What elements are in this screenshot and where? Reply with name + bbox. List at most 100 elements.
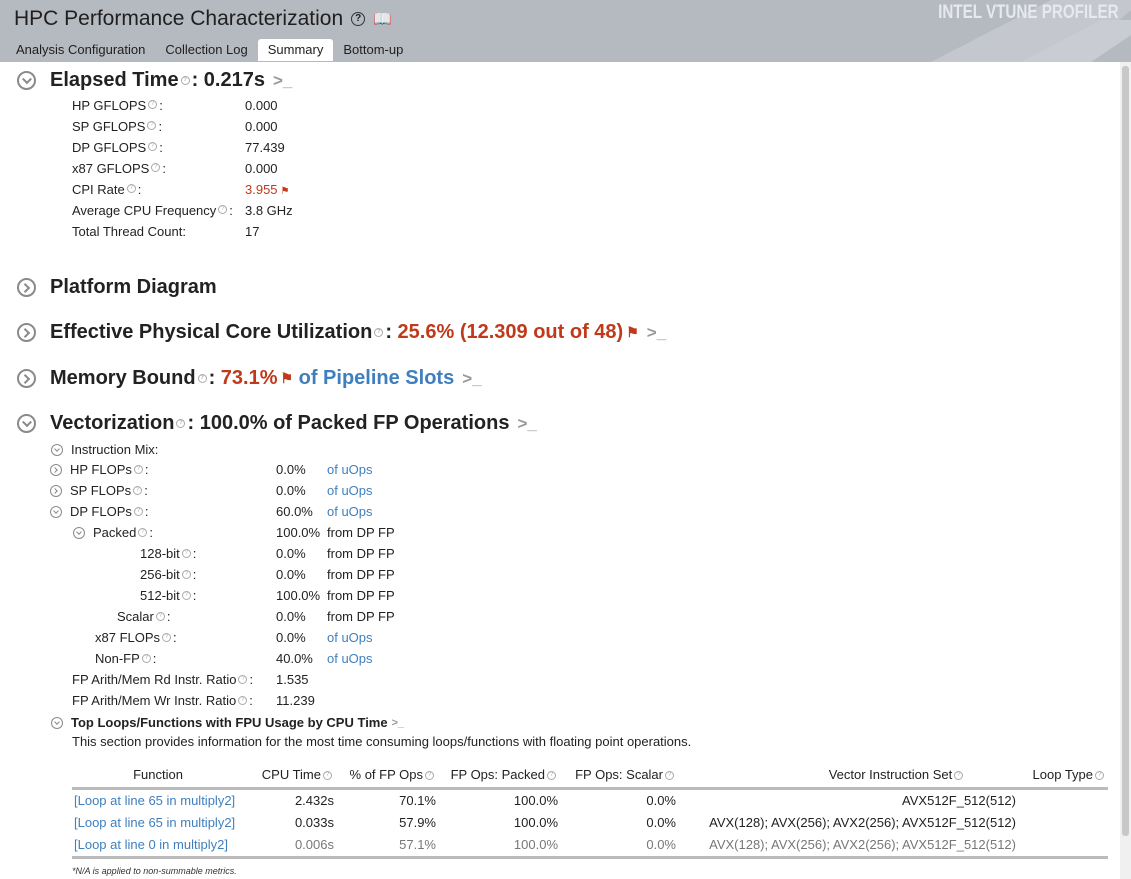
mix-unit[interactable]: of uOps xyxy=(327,630,373,645)
column-header[interactable]: CPU Time? xyxy=(244,764,336,790)
expand-icon[interactable] xyxy=(50,463,62,476)
scrollbar[interactable] xyxy=(1120,62,1131,879)
collapse-icon[interactable] xyxy=(73,526,85,539)
help-icon[interactable]: ? xyxy=(181,549,191,558)
help-icon[interactable]: ? xyxy=(238,696,248,705)
help-icon[interactable]: ? xyxy=(148,99,158,109)
mix-value: 0.0% xyxy=(276,609,306,624)
metric-value: 0.000 xyxy=(245,119,278,134)
metric-label: DP GFLOPS?: xyxy=(72,140,163,155)
top-loops-description: This section provides information for th… xyxy=(72,734,692,749)
map-icon[interactable]: 📖 xyxy=(373,10,392,28)
tab-summary[interactable]: Summary xyxy=(257,39,334,61)
collapse-icon[interactable] xyxy=(50,505,62,518)
mix-unit[interactable]: of uOps xyxy=(327,483,373,498)
column-header[interactable]: % of FP Ops? xyxy=(336,764,438,790)
expand-icon[interactable] xyxy=(17,369,36,388)
expand-icon[interactable] xyxy=(50,484,62,497)
mix-value: 100.0% xyxy=(276,525,321,540)
function-link[interactable]: [Loop at line 65 in multiply2] xyxy=(74,815,235,830)
memory-bound-label: Memory Bound xyxy=(50,367,196,389)
core-utilization-section: Effective Physical Core Utilization?: 25… xyxy=(17,321,666,344)
help-icon[interactable]: ? xyxy=(374,328,384,337)
function-link[interactable]: [Loop at line 65 in multiply2] xyxy=(74,793,235,808)
help-icon[interactable]: ? xyxy=(148,141,158,151)
prompt-icon[interactable]: >_ xyxy=(462,369,481,389)
help-icon[interactable]: ? xyxy=(138,528,148,537)
prompt-icon[interactable]: >_ xyxy=(647,323,666,343)
mix-unit[interactable]: of uOps xyxy=(327,504,373,519)
metric-label: x87 GFLOPS?: xyxy=(72,161,166,176)
metric-label: Average CPU Frequency?: xyxy=(72,203,233,218)
help-icon[interactable]: ? xyxy=(155,612,165,621)
function-link[interactable]: [Loop at line 0 in multiply2] xyxy=(74,837,228,852)
help-icon[interactable]: ? xyxy=(181,570,191,579)
help-icon[interactable]: ? xyxy=(180,76,190,85)
help-icon[interactable]: ? xyxy=(147,120,157,130)
column-header[interactable]: FP Ops: Scalar? xyxy=(560,764,678,790)
column-header[interactable]: Loop Type? xyxy=(1018,764,1108,790)
table-row[interactable]: [Loop at line 65 in multiply2] 2.432s 70.… xyxy=(72,789,1108,813)
prompt-icon[interactable]: >_ xyxy=(273,71,292,91)
help-icon[interactable]: ? xyxy=(238,675,248,684)
memory-bound-value: 73.1% xyxy=(220,367,278,389)
help-icon[interactable]: ? xyxy=(218,204,228,214)
help-icon[interactable]: ? xyxy=(176,419,186,428)
metric-label: CPI Rate?: xyxy=(72,182,142,197)
table-row[interactable]: [Loop at line 65 in multiply2] 0.033s 57.… xyxy=(72,812,1108,834)
prompt-icon[interactable]: >_ xyxy=(392,717,405,729)
expand-icon[interactable] xyxy=(17,323,36,342)
help-icon[interactable]: ? xyxy=(162,633,172,642)
mix-label: SP FLOPs?: xyxy=(50,483,148,498)
mix-unit[interactable]: of uOps xyxy=(327,651,373,666)
collapse-icon[interactable] xyxy=(51,716,63,729)
table-cell: 100.0% xyxy=(513,815,558,830)
footnote: *N/A is applied to non-summable metrics. xyxy=(72,866,237,876)
mix-value: 100.0% xyxy=(276,588,321,603)
mix-unit: from DP FP xyxy=(327,567,395,582)
column-header[interactable]: Vector Instruction Set? xyxy=(678,764,1018,790)
prompt-icon[interactable]: >_ xyxy=(517,414,536,434)
mix-label: 128-bit?: xyxy=(140,546,197,561)
help-icon[interactable]: ? xyxy=(133,486,143,495)
mix-label: 512-bit?: xyxy=(140,588,197,603)
collapse-icon[interactable] xyxy=(17,71,36,90)
help-icon[interactable]: ? xyxy=(133,507,143,516)
help-icon[interactable]: ? xyxy=(126,183,136,193)
header: HPC Performance Characterization ? 📖 INT… xyxy=(0,0,1131,62)
platform-diagram-section[interactable]: Platform Diagram xyxy=(17,276,217,299)
help-icon[interactable]: ? xyxy=(351,12,366,26)
help-icon[interactable]: ? xyxy=(133,465,143,474)
tab-analysis-configuration[interactable]: Analysis Configuration xyxy=(6,39,155,61)
help-icon[interactable]: ? xyxy=(181,591,191,600)
elapsed-time-value: : 0.217s xyxy=(191,69,265,91)
tab-collection-log[interactable]: Collection Log xyxy=(155,39,257,61)
column-header[interactable]: FP Ops: Packed? xyxy=(438,764,560,790)
mix-unit[interactable]: of uOps xyxy=(327,462,373,477)
table-cell: 57.1% xyxy=(336,834,438,859)
metric-value: 17 xyxy=(245,224,260,239)
tab-bottom-up[interactable]: Bottom-up xyxy=(333,39,413,61)
scrollbar-thumb[interactable] xyxy=(1122,66,1129,836)
help-icon[interactable]: ? xyxy=(141,654,151,663)
mix-label: Packed?: xyxy=(73,525,153,540)
mix-value: 0.0% xyxy=(276,462,306,477)
brand-logo: INTEL VTUNE PROFILER xyxy=(938,2,1119,23)
help-icon[interactable]: ? xyxy=(197,374,207,383)
mix-value: 0.0% xyxy=(276,546,306,561)
expand-icon[interactable] xyxy=(17,278,36,297)
mix-unit: from DP FP xyxy=(327,609,395,624)
column-header[interactable]: Function xyxy=(72,764,244,790)
table-row[interactable]: [Loop at line 0 in multiply2] 0.006s 57.1… xyxy=(72,834,1108,859)
table-cell: 100.0% xyxy=(513,793,558,808)
metric-label: SP GFLOPS?: xyxy=(72,119,163,134)
table-cell xyxy=(1018,834,1108,859)
help-icon[interactable]: ? xyxy=(151,162,161,172)
table-cell xyxy=(1018,812,1108,834)
instruction-mix-label: Instruction Mix: xyxy=(71,442,159,457)
table-cell: 57.9% xyxy=(399,815,436,830)
core-utilization-value: 25.6% (12.309 out of 48) xyxy=(397,321,624,343)
vectorization-value: : 100.0% of Packed FP Operations xyxy=(187,412,510,434)
collapse-icon[interactable] xyxy=(51,443,63,456)
collapse-icon[interactable] xyxy=(17,414,36,433)
